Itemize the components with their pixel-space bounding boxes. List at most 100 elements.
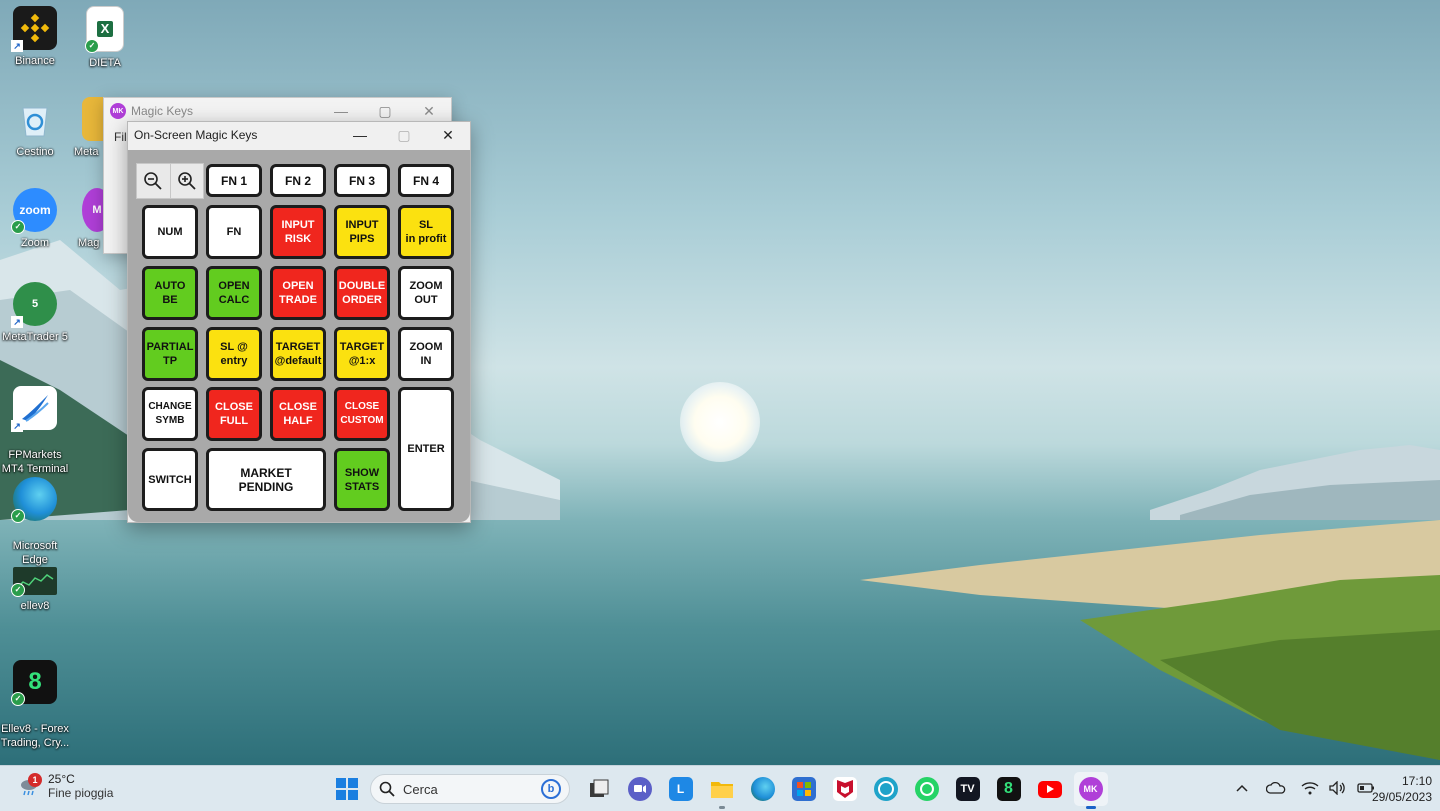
maximize-button: ▢ <box>397 126 411 143</box>
wifi-button[interactable] <box>1298 774 1322 802</box>
key-input-risk[interactable]: INPUT RISK <box>270 205 326 259</box>
desktop-icon-magic-keys[interactable]: M Mag <box>68 188 104 250</box>
zoom-icon: zoom ✓ <box>11 188 57 234</box>
taskbar-apps: Cerca b L TV 8 MK <box>330 772 1111 809</box>
zoom-in-button[interactable] <box>171 164 204 198</box>
search-input[interactable]: Cerca b <box>370 774 570 804</box>
taskbar-tradingview[interactable]: TV <box>951 772 985 806</box>
key-target-default[interactable]: TARGET @default <box>270 327 326 381</box>
taskbar-task-view[interactable] <box>582 772 616 806</box>
key-sl-in-profit[interactable]: SL in profit <box>398 205 454 259</box>
desktop-icon-label: Mag <box>78 237 100 249</box>
taskbar-microsoft-store[interactable] <box>787 772 821 806</box>
shortcut-arrow-icon: ↗ <box>11 316 23 328</box>
excel-file-icon: X ✓ <box>85 6 124 53</box>
key-change-symb[interactable]: CHANGE SYMB <box>142 387 198 441</box>
desktop-icon-meta[interactable]: Meta <box>68 97 104 159</box>
volume-button[interactable] <box>1326 774 1350 802</box>
clock-time: 17:10 <box>1401 774 1432 788</box>
key-close-half[interactable]: CLOSE HALF <box>270 387 326 441</box>
sync-check-icon: ✓ <box>11 583 25 597</box>
key-sl-at-entry[interactable]: SL @ entry <box>206 327 262 381</box>
sync-check-icon: ✓ <box>11 509 25 523</box>
zoom-out-button[interactable] <box>137 164 171 198</box>
taskbar: 1 25°C Fine pioggia Cerca b L TV 8 MK 17… <box>0 765 1440 811</box>
desktop-icon-label: DIETA <box>89 57 121 69</box>
onedrive-button[interactable] <box>1264 774 1288 802</box>
key-zoom-out[interactable]: ZOOM OUT <box>398 266 454 320</box>
key-input-pips[interactable]: INPUT PIPS <box>334 205 390 259</box>
keypad: FN 1 FN 2 FN 3 FN 4 NUM FN INPUT RISK IN… <box>128 150 470 522</box>
key-fn[interactable]: FN <box>206 205 262 259</box>
key-enter[interactable]: ENTER <box>398 387 454 511</box>
key-fn3[interactable]: FN 3 <box>334 164 390 197</box>
close-button[interactable]: ✕ <box>426 122 470 148</box>
taskbar-ellev8[interactable]: 8 <box>992 772 1026 806</box>
taskbar-l-app[interactable]: L <box>664 772 698 806</box>
taskbar-youtube[interactable] <box>1033 772 1067 806</box>
key-open-trade[interactable]: OPEN TRADE <box>270 266 326 320</box>
chat-icon <box>627 777 652 801</box>
task-view-icon <box>587 777 611 801</box>
desktop-wallpaper: ↗ Binance X ✓ DIETA Cestino Meta zoom ✓ <box>0 0 1440 765</box>
weather-widget[interactable]: 1 25°C Fine pioggia <box>18 772 113 800</box>
taskbar-whatsapp[interactable] <box>910 772 944 806</box>
metaeditor-icon <box>82 97 104 141</box>
key-switch[interactable]: SWITCH <box>142 448 198 511</box>
key-fn4[interactable]: FN 4 <box>398 164 454 197</box>
taskbar-magic-keys[interactable]: MK <box>1073 772 1108 809</box>
taskbar-alexa[interactable] <box>869 772 903 806</box>
desktop-icon-ellev8-app[interactable]: 8 ✓ Ellev8 - Forex Trading, Cry... <box>0 646 70 764</box>
desktop-icon-metatrader5[interactable]: 5 ↗ MetaTrader 5 <box>0 282 70 344</box>
desktop-icon-dieta[interactable]: X ✓ DIETA <box>70 6 140 70</box>
sync-check-icon: ✓ <box>85 39 99 53</box>
zoom-in-icon <box>177 172 196 190</box>
key-close-custom[interactable]: CLOSE CUSTOM <box>334 387 390 441</box>
window-title: On-Screen Magic Keys <box>134 128 258 142</box>
key-market-pending[interactable]: MARKET PENDING <box>206 448 326 511</box>
key-open-calc[interactable]: OPEN CALC <box>206 266 262 320</box>
desktop-icon-cestino[interactable]: Cestino <box>0 97 70 159</box>
key-close-full[interactable]: CLOSE FULL <box>206 387 262 441</box>
key-zoom-in[interactable]: ZOOM IN <box>398 327 454 381</box>
key-double-order[interactable]: DOUBLE ORDER <box>334 266 390 320</box>
menu-file[interactable]: Fil <box>114 130 127 144</box>
mcafee-icon <box>832 777 857 801</box>
key-fn1[interactable]: FN 1 <box>206 164 262 197</box>
minimize-button[interactable]: — <box>338 122 382 148</box>
on-screen-magic-keys-window[interactable]: On-Screen Magic Keys — ▢ ✕ FN 1 FN 2 FN … <box>127 121 471 523</box>
key-num[interactable]: NUM <box>142 205 198 259</box>
distant-hills <box>1150 445 1440 520</box>
key-show-stats[interactable]: SHOW STATS <box>334 448 390 511</box>
desktop-icon-binance[interactable]: ↗ Binance <box>0 6 70 68</box>
taskbar-file-explorer[interactable] <box>705 772 739 809</box>
key-partial-tp[interactable]: PARTIAL TP <box>142 327 198 381</box>
sync-check-icon: ✓ <box>11 220 25 234</box>
bing-icon[interactable]: b <box>541 779 561 799</box>
start-button[interactable] <box>330 772 364 806</box>
key-fn2[interactable]: FN 2 <box>270 164 326 197</box>
desktop-icon-zoom[interactable]: zoom ✓ Zoom <box>0 188 70 250</box>
desktop-icon-label: ellev8 <box>20 600 50 612</box>
desktop-icon-label: MetaTrader 5 <box>2 331 68 343</box>
windows-logo-icon <box>336 778 358 800</box>
window-title: Magic Keys <box>131 104 194 118</box>
magic-keys-app-icon: MK <box>110 103 126 119</box>
on-screen-titlebar[interactable]: On-Screen Magic Keys — ▢ ✕ <box>128 122 470 148</box>
taskbar-mcafee[interactable] <box>828 772 862 806</box>
search-label: Cerca <box>403 781 438 797</box>
clock-date: 29/05/2023 <box>1371 790 1432 804</box>
shortcut-arrow-icon: ↗ <box>11 420 23 432</box>
ellev8-chart-icon: ✓ <box>11 567 57 597</box>
edge-icon: ✓ <box>11 477 57 523</box>
show-hidden-icons-button[interactable] <box>1230 774 1254 802</box>
key-auto-be[interactable]: AUTO BE <box>142 266 198 320</box>
desktop-icon-label: Microsoft Edge <box>12 540 58 566</box>
key-target-1x[interactable]: TARGET @1:x <box>334 327 390 381</box>
taskbar-edge[interactable] <box>746 772 780 806</box>
desktop-icon-ellev8-chart[interactable]: ✓ ellev8 <box>0 567 70 613</box>
ellev8-app-icon: 8 <box>996 777 1021 801</box>
desktop-icon-edge[interactable]: ✓ Microsoft Edge <box>0 463 70 581</box>
taskbar-chat[interactable] <box>623 772 657 806</box>
clock[interactable]: 17:10 29/05/2023 <box>1362 773 1432 805</box>
